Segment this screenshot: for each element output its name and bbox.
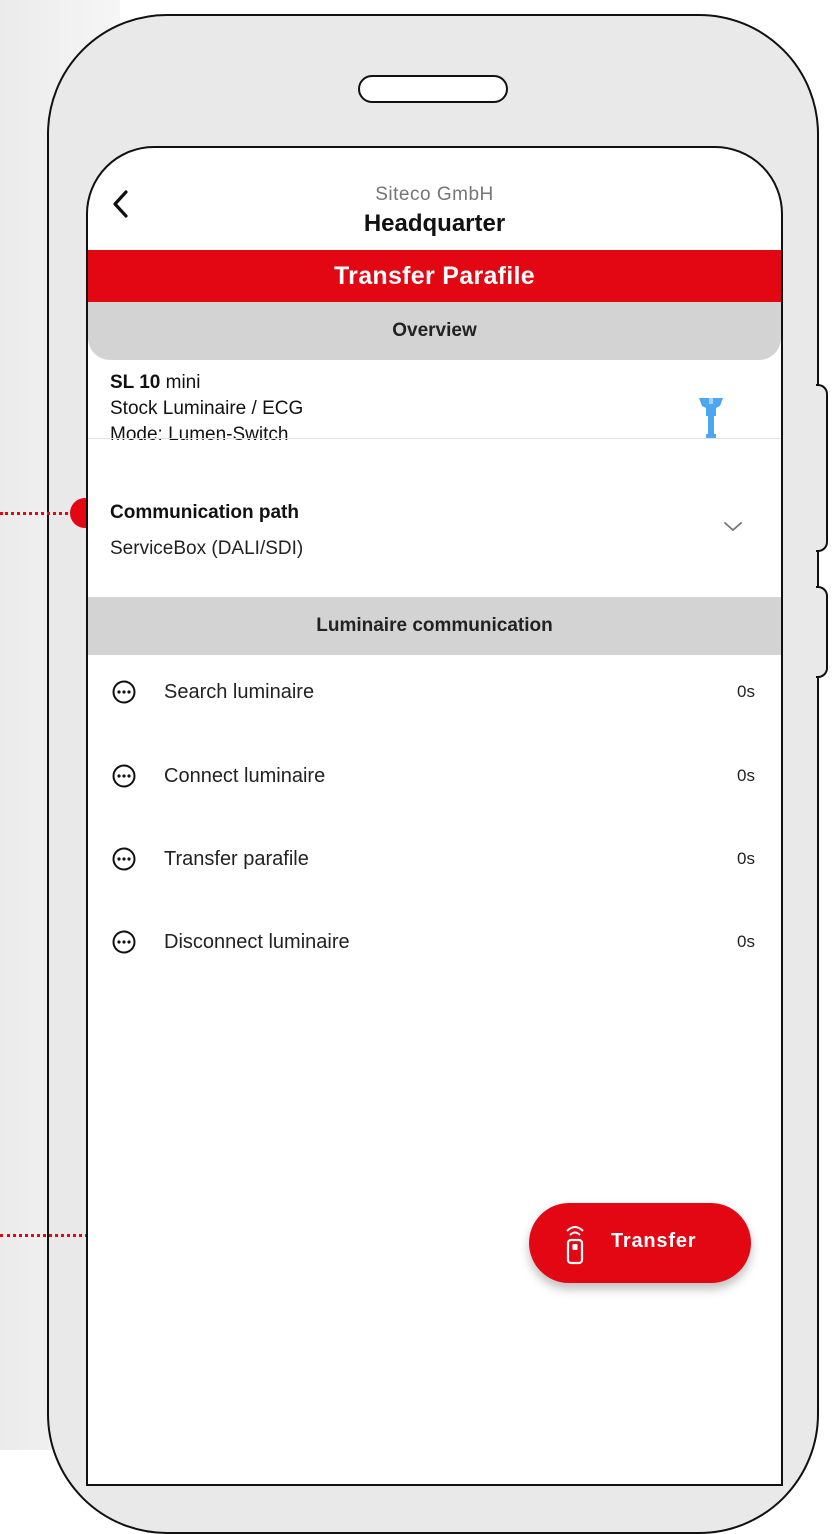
phone-side-button-upper	[816, 384, 828, 552]
street-lamp-icon	[699, 398, 723, 438]
product-name: SL 10 mini	[110, 370, 710, 396]
ellipsis-circle-icon	[112, 930, 136, 954]
ellipsis-circle-icon	[112, 847, 136, 871]
divider	[88, 438, 781, 439]
ellipsis-circle-icon	[112, 680, 136, 704]
app-screen: Siteco GmbH Headquarter Transfer Parafil…	[86, 146, 783, 1486]
transfer-button[interactable]: Transfer	[529, 1203, 751, 1283]
communication-path-value: ServiceBox (DALI/SDI)	[110, 538, 304, 559]
product-name-rest: mini	[160, 372, 201, 393]
chevron-down-icon	[724, 522, 742, 532]
product-info: SL 10 mini Stock Luminaire / ECG Mode: L…	[110, 370, 710, 448]
step-item: Connect luminaire 0s	[88, 744, 781, 804]
phone-side-button-lower	[816, 586, 828, 678]
ellipsis-circle-icon	[112, 764, 136, 788]
phone-speaker	[358, 75, 508, 103]
step-label: Connect luminaire	[164, 765, 326, 787]
product-name-bold: SL 10	[110, 372, 161, 393]
step-item: Disconnect luminaire 0s	[88, 910, 781, 970]
step-item: Search luminaire 0s	[88, 660, 781, 720]
callout-line-communication	[0, 512, 80, 515]
step-time: 0s	[737, 682, 755, 701]
step-label: Transfer parafile	[164, 848, 309, 870]
communication-path-selector[interactable]: Communication path ServiceBox (DALI/SDI)	[88, 440, 781, 597]
product-type: Stock Luminaire / ECG	[110, 398, 304, 419]
step-time: 0s	[737, 849, 755, 868]
company-name: Siteco GmbH	[375, 184, 494, 205]
transfer-parafile-banner: Transfer Parafile	[88, 250, 781, 302]
page-title: Headquarter	[363, 210, 506, 237]
transfer-button-label: Transfer	[611, 1230, 697, 1252]
remote-signal-icon	[566, 1226, 584, 1265]
luminaire-communication-header: Luminaire communication	[88, 597, 781, 655]
step-time: 0s	[737, 932, 755, 951]
step-label: Disconnect luminaire	[164, 931, 350, 953]
nav-header: Siteco GmbH Headquarter	[88, 148, 781, 250]
overview-header: Overview	[88, 302, 781, 360]
step-label: Search luminaire	[164, 681, 315, 703]
step-time: 0s	[737, 766, 755, 785]
communication-path-label: Communication path	[110, 502, 299, 523]
step-item: Transfer parafile 0s	[88, 827, 781, 887]
